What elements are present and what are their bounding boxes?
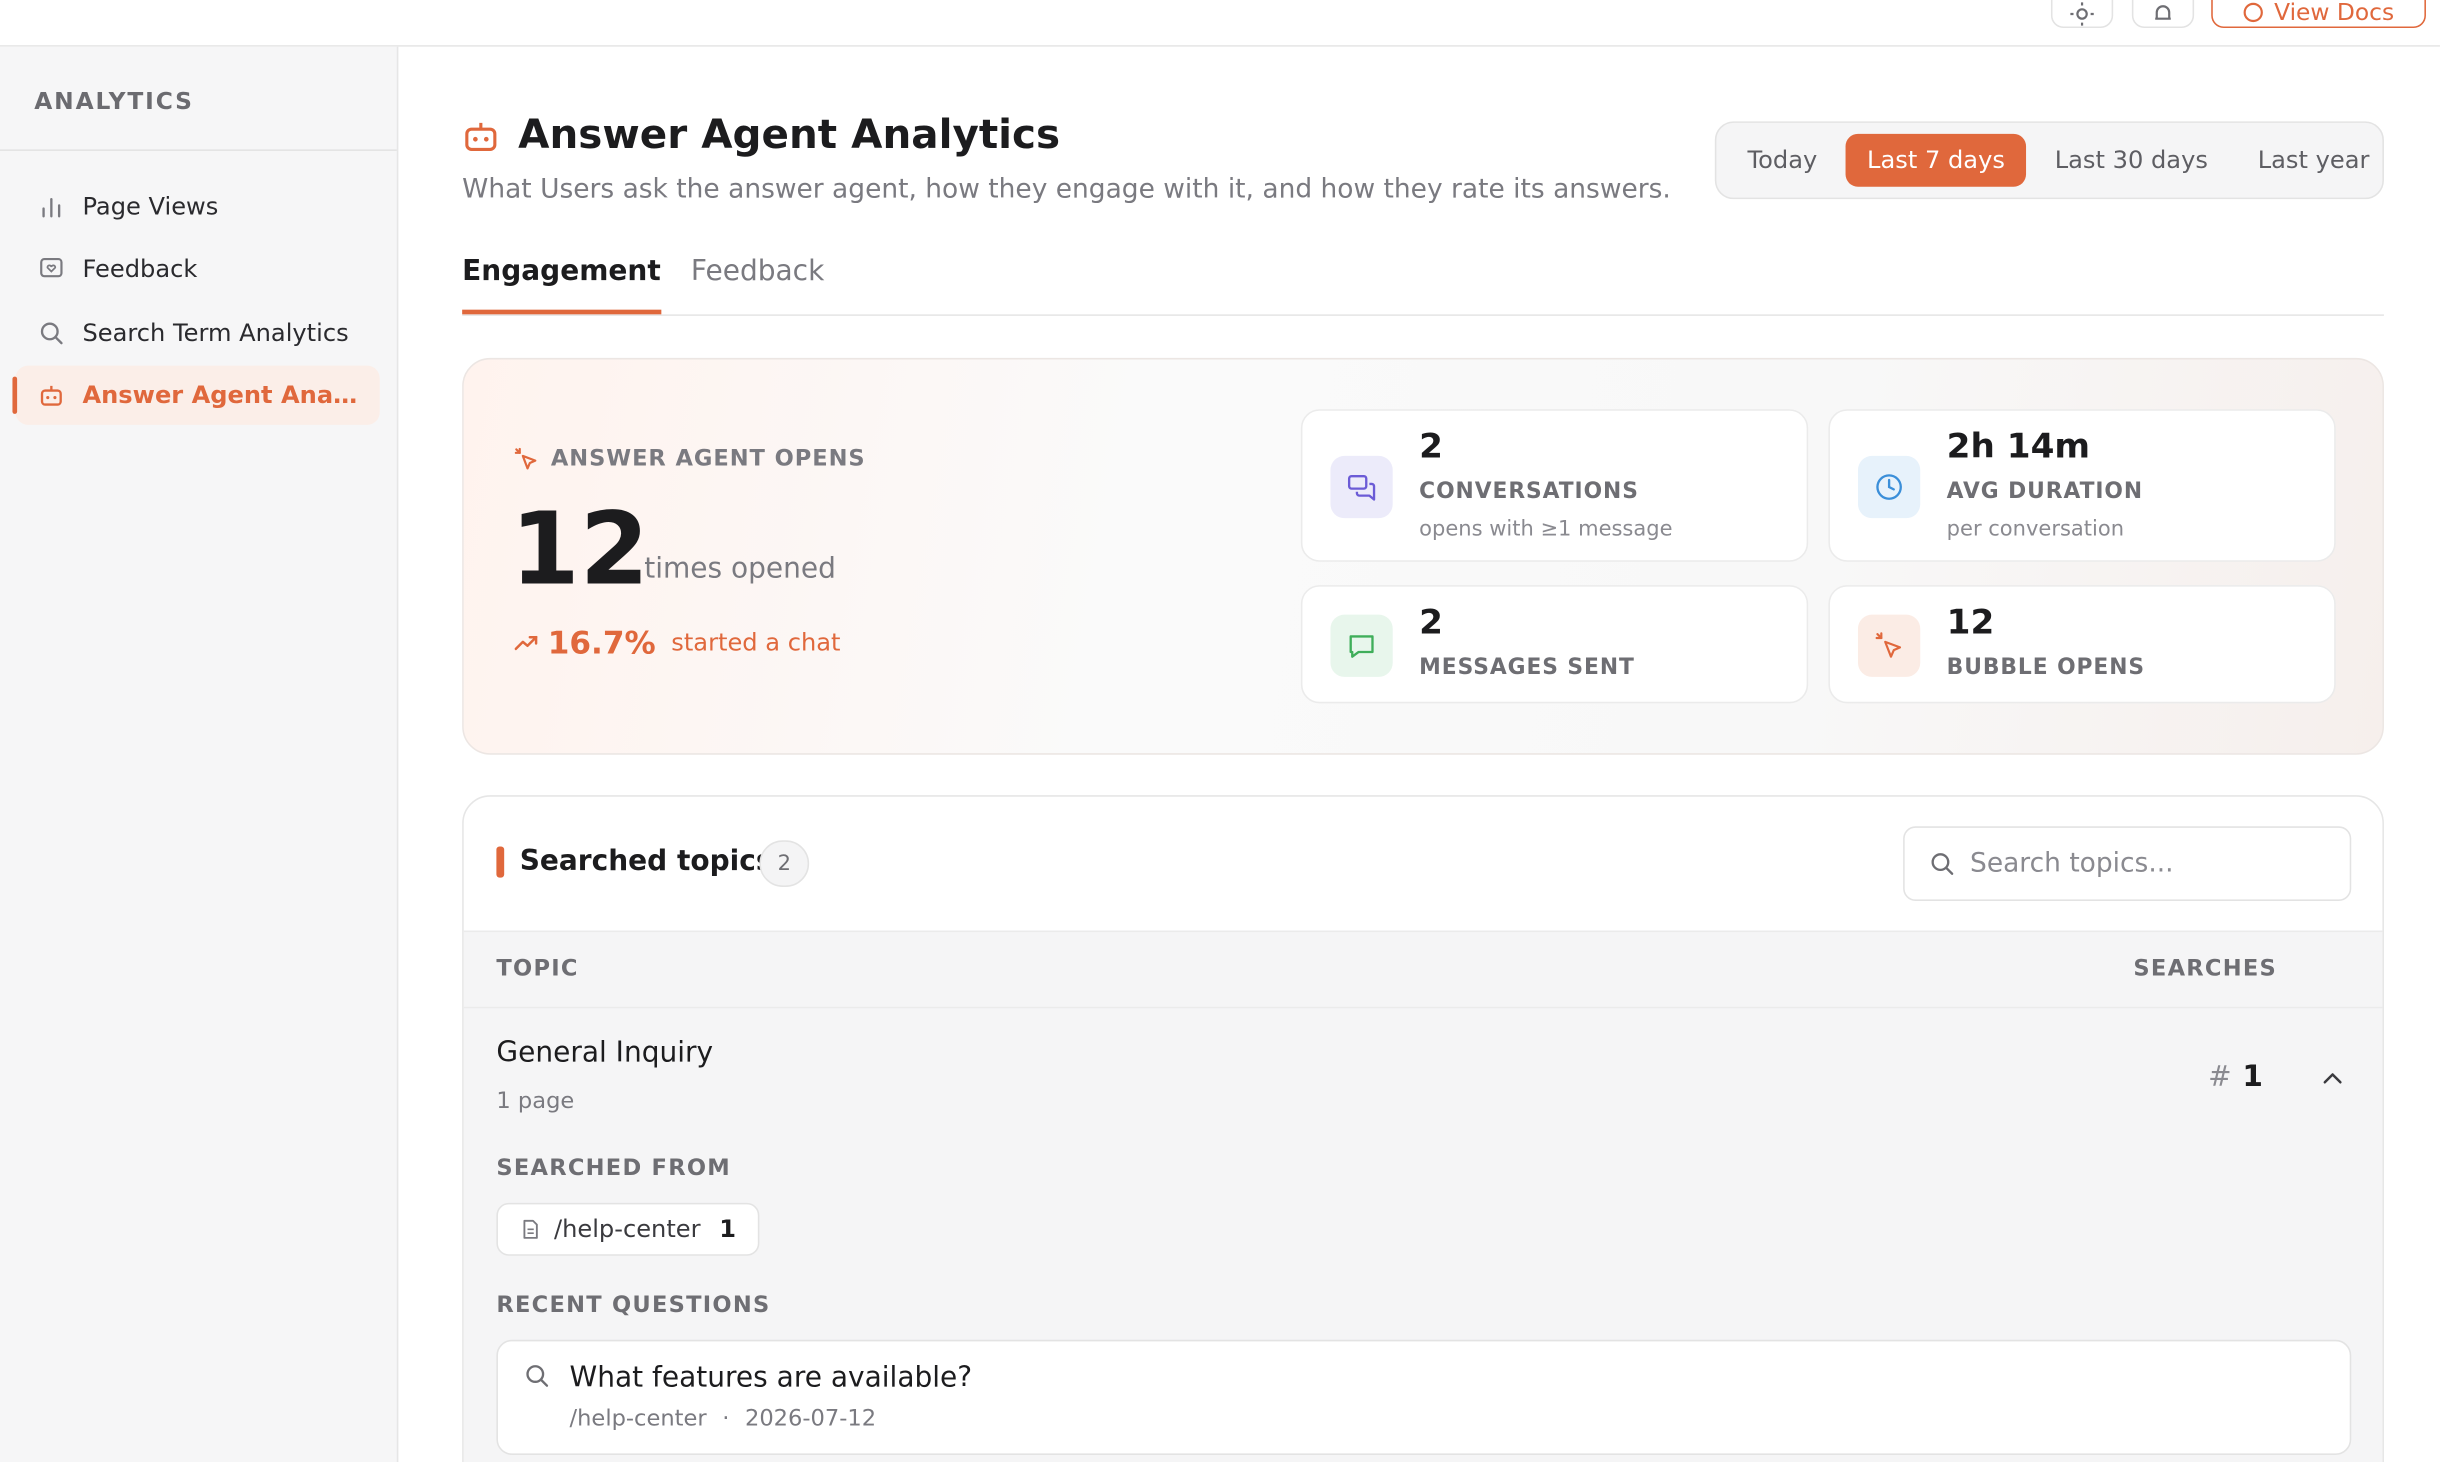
search-icon <box>37 319 65 347</box>
stat-value: 2 <box>1419 603 1443 643</box>
sun-icon <box>2070 2 2094 26</box>
section-title: Searched topics <box>519 844 773 878</box>
stat-card-messages-sent: 2 MESSAGES SENT <box>1300 585 1809 704</box>
click-icon <box>514 447 537 470</box>
sidebar-divider <box>0 149 397 151</box>
docs-icon <box>2244 2 2264 23</box>
opens-unit: times opened <box>644 552 836 586</box>
app-root: View Docs ANALYTICS Page Views Feedback … <box>0 0 2440 1462</box>
engagement-metrics-card: ANSWER AGENT OPENS 12 times opened 16.7%… <box>462 357 2384 755</box>
stat-value: 12 <box>1946 603 1995 643</box>
column-header-searches[interactable]: SEARCHES <box>2133 957 2277 982</box>
sidebar-item-label: Page Views <box>82 192 219 221</box>
question-path: /help-center <box>569 1406 707 1432</box>
sidebar-item-answer-agent-analytics[interactable]: Answer Agent Analytics <box>12 365 380 425</box>
table-header: TOPIC SEARCHES <box>463 930 2383 1009</box>
click-icon <box>1857 614 1921 677</box>
question-date: 2026-07-12 <box>744 1406 877 1432</box>
topic-search-count: 1 <box>2242 1059 2263 1094</box>
trend-text: started a chat <box>671 628 841 657</box>
sidebar: ANALYTICS Page Views Feedback Search Ter… <box>0 46 399 1462</box>
opens-value: 12 <box>510 493 649 609</box>
file-icon <box>523 1219 538 1239</box>
stat-value: 2h 14m <box>1946 427 2091 467</box>
tab-engagement[interactable]: Engagement <box>462 255 661 315</box>
stat-label: AVG DURATION <box>1946 479 2144 505</box>
stat-label: CONVERSATIONS <box>1419 479 1639 505</box>
recent-questions-label: RECENT QUESTIONS <box>496 1293 771 1319</box>
date-range-selector: Today Last 7 days Last 30 days Last year <box>1714 121 2384 200</box>
sidebar-item-label: Search Term Analytics <box>82 319 349 348</box>
opens-label-text: ANSWER AGENT OPENS <box>550 446 866 472</box>
hash-icon: # <box>2208 1061 2232 1094</box>
question-meta: /help-center · 2026-07-12 <box>570 1407 877 1432</box>
range-option-today[interactable]: Today <box>1726 134 1839 187</box>
stat-subtext: opens with ≥1 message <box>1419 516 1673 542</box>
topics-count-badge: 2 <box>759 840 810 887</box>
stat-value: 2 <box>1419 427 1443 467</box>
trend-indicator: 16.7% started a chat <box>514 624 841 661</box>
sidebar-title: ANALYTICS <box>34 87 194 116</box>
bell-icon <box>2155 5 2171 20</box>
sidebar-item-label: Answer Agent Analytics <box>82 381 362 410</box>
topic-name: General Inquiry <box>496 1036 714 1070</box>
clock-icon <box>1857 455 1921 519</box>
page-subtitle: What Users ask the answer agent, how the… <box>462 174 1671 206</box>
range-option-last-30-days[interactable]: Last 30 days <box>2033 134 2230 187</box>
bot-icon <box>37 381 65 409</box>
source-path: /help-center <box>553 1215 701 1244</box>
chevron-up-icon[interactable] <box>2319 1064 2347 1092</box>
stat-label: BUBBLE OPENS <box>1946 655 2146 681</box>
question-text: What features are available? <box>569 1361 973 1395</box>
view-docs-button[interactable]: View Docs <box>2211 0 2426 29</box>
source-count: 1 <box>719 1215 737 1244</box>
trending-up-icon <box>514 635 538 651</box>
range-option-last-year[interactable]: Last year <box>2236 134 2391 187</box>
stat-card-avg-duration: 2h 14m AVG DURATION per conversation <box>1828 409 2336 562</box>
search-icon <box>1931 853 1954 875</box>
sidebar-item-page-views[interactable]: Page Views <box>16 177 380 236</box>
source-chip[interactable]: /help-center 1 <box>496 1202 760 1256</box>
top-bar: View Docs <box>0 0 2440 47</box>
theme-toggle-button[interactable] <box>2050 0 2114 29</box>
tab-feedback[interactable]: Feedback <box>691 255 824 309</box>
searched-topics-card: Searched topics 2 TOPIC SEARCHES General… <box>462 795 2384 1462</box>
topics-search-input[interactable] <box>1970 848 2313 880</box>
bot-icon <box>465 122 497 151</box>
table-row[interactable]: General Inquiry 1 page # 1 SEARCHED FROM… <box>463 1008 2383 1462</box>
sidebar-item-feedback[interactable]: Feedback <box>16 240 380 299</box>
search-icon <box>526 1365 549 1387</box>
recent-question-item[interactable]: What features are available? /help-cente… <box>496 1339 2352 1455</box>
feedback-icon <box>37 255 65 283</box>
stat-label: MESSAGES SENT <box>1419 655 1635 681</box>
message-icon <box>1330 614 1393 677</box>
stat-card-bubble-opens: 12 BUBBLE OPENS <box>1828 585 2336 704</box>
opens-label: ANSWER AGENT OPENS <box>514 446 866 472</box>
searched-from-label: SEARCHED FROM <box>496 1156 731 1182</box>
range-option-last-7-days[interactable]: Last 7 days <box>1845 133 2027 187</box>
topic-pages: 1 page <box>496 1089 575 1115</box>
chat-bubbles-icon <box>1330 455 1393 519</box>
section-accent-bar <box>496 846 505 878</box>
tab-bar: Engagement Feedback <box>462 249 2384 316</box>
topics-search-box <box>1903 826 2352 901</box>
trend-percent: 16.7% <box>547 623 656 662</box>
stat-card-conversations: 2 CONVERSATIONS opens with ≥1 message <box>1300 409 1809 562</box>
view-docs-label: View Docs <box>2274 0 2395 27</box>
stat-subtext: per conversation <box>1946 516 2125 542</box>
column-header-topic[interactable]: TOPIC <box>496 957 578 982</box>
sidebar-item-search-term-analytics[interactable]: Search Term Analytics <box>16 303 380 362</box>
page-title: Answer Agent Analytics <box>518 112 1061 159</box>
sidebar-item-label: Feedback <box>82 255 198 284</box>
question-separator: · <box>722 1406 730 1432</box>
notifications-button[interactable] <box>2131 0 2195 29</box>
bar-chart-icon <box>37 193 65 221</box>
